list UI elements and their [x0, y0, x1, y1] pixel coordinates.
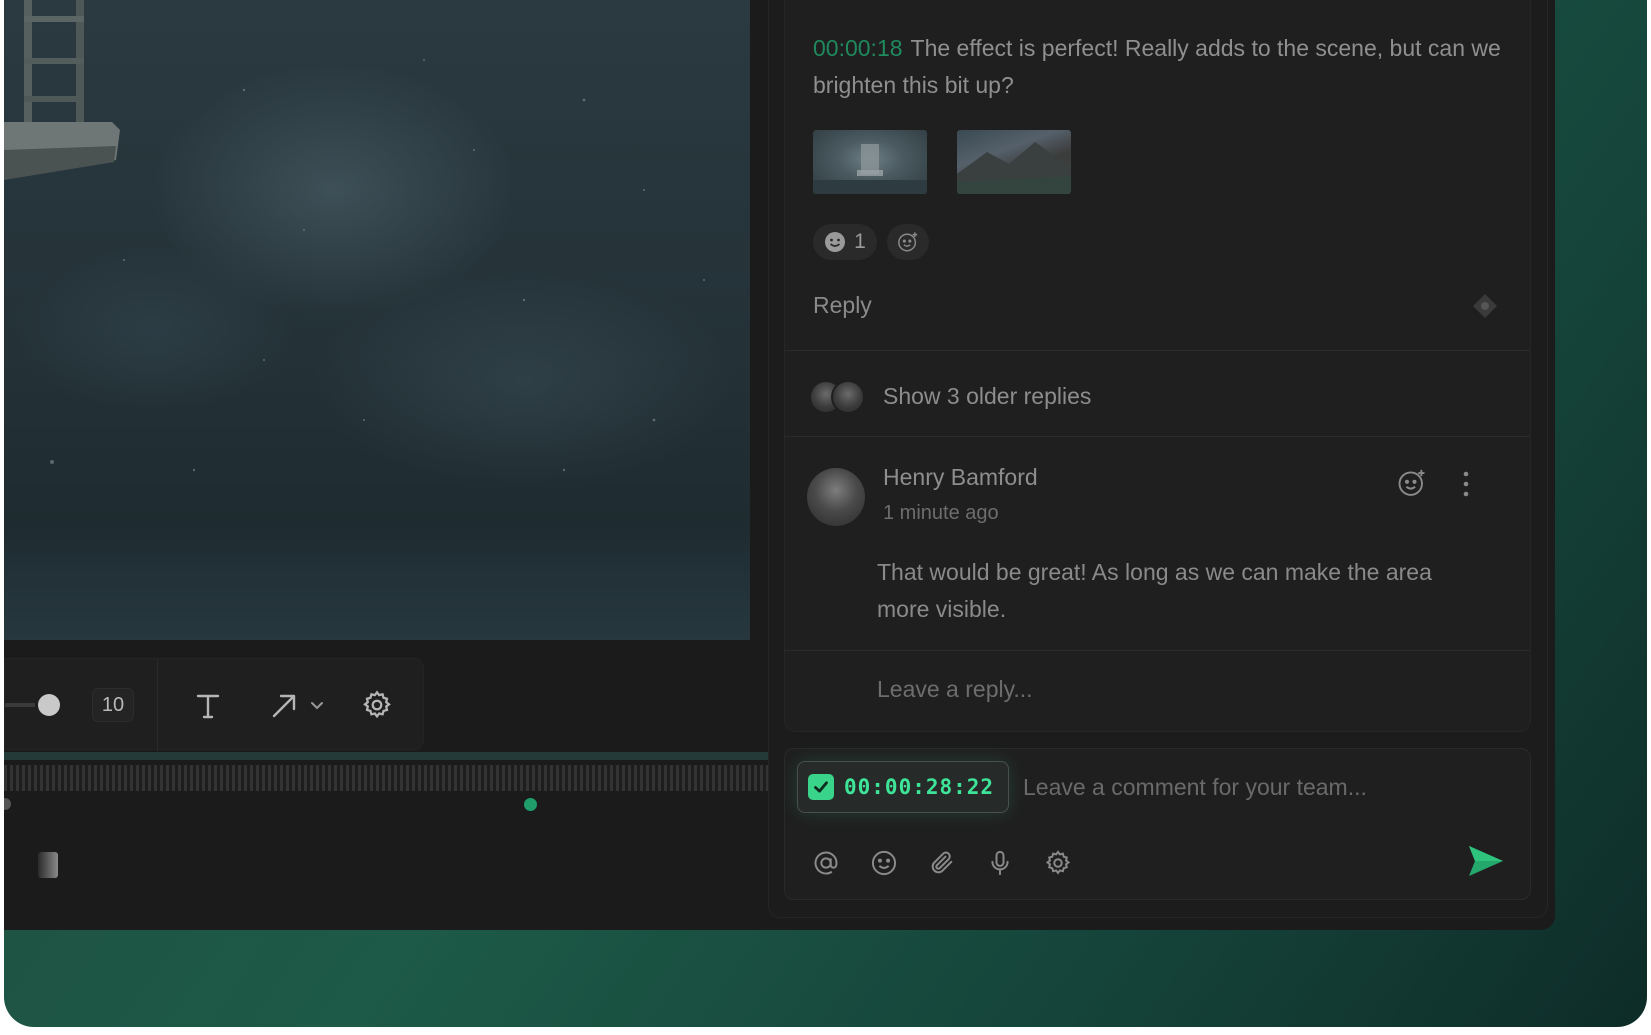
send-icon[interactable] — [1467, 844, 1505, 883]
comment-text: The effect is perfect! Really adds to th… — [813, 35, 1501, 98]
timeline-clip-handle[interactable] — [38, 852, 58, 878]
screenshot-frame: 10 00:00:18 The effect is perfect! Reall… — [4, 0, 1647, 1027]
annotation-toolbar: 10 — [4, 658, 424, 751]
reply-time: 1 minute ago — [883, 502, 999, 524]
comment-timestamp[interactable]: 00:00:18 — [813, 35, 903, 61]
show-older-replies-button[interactable]: Show 3 older replies — [883, 383, 1091, 410]
reaction-count: 1 — [854, 230, 866, 253]
divider — [785, 350, 1530, 351]
microphone-icon[interactable] — [985, 848, 1015, 878]
reply-button[interactable]: Reply — [813, 292, 872, 319]
video-preview[interactable] — [4, 0, 750, 640]
brush-size-slider-handle[interactable] — [38, 694, 60, 716]
timeline-progress-bar[interactable] — [4, 752, 768, 760]
attachment-icon[interactable] — [927, 848, 957, 878]
tower-thumbnail-art — [813, 144, 927, 194]
reaction-chip[interactable]: 1 — [813, 224, 877, 260]
composer-tools — [811, 847, 1073, 879]
avatar — [831, 380, 865, 414]
audio-waveform[interactable] — [4, 765, 768, 791]
comment-body: 00:00:18 The effect is perfect! Really ad… — [813, 30, 1503, 104]
text-icon[interactable] — [191, 689, 225, 723]
divider — [785, 650, 1530, 651]
mountain-thumbnail-art — [957, 142, 1071, 194]
settings-icon[interactable] — [359, 687, 395, 723]
sea-surface — [4, 530, 750, 640]
comment-input[interactable] — [1023, 763, 1503, 811]
timestamp-toggle[interactable]: 00:00:28:22 — [797, 761, 1009, 813]
emoji-icon — [825, 232, 846, 252]
checkbox-checked-icon[interactable] — [808, 774, 834, 800]
brush-size-slider-track[interactable] — [5, 703, 35, 707]
more-options-icon[interactable] — [1461, 470, 1471, 503]
leave-reply-input[interactable]: Leave a reply... — [877, 676, 1033, 703]
divider — [785, 436, 1530, 437]
emoji-icon[interactable] — [869, 848, 899, 878]
add-reaction-button[interactable] — [887, 224, 929, 260]
app-window: 10 00:00:18 The effect is perfect! Reall… — [4, 0, 1555, 930]
toolbar-divider — [157, 659, 158, 751]
chevron-down-icon[interactable] — [307, 695, 327, 715]
reply-text: That would be great! As long as we can m… — [877, 559, 1432, 622]
timestamp-value: 00:00:28:22 — [844, 775, 995, 799]
comment-thread: 00:00:18 The effect is perfect! Really ad… — [784, 0, 1531, 732]
playhead-handle[interactable] — [4, 798, 11, 810]
avatar[interactable] — [807, 468, 865, 526]
comment-composer: 00:00:28:22 — [784, 748, 1531, 900]
mention-icon[interactable] — [811, 848, 841, 878]
comment-marker[interactable] — [524, 798, 537, 811]
older-replies-avatars — [809, 380, 869, 416]
settings-icon[interactable] — [1043, 848, 1073, 878]
add-emoji-icon — [898, 232, 918, 252]
add-reaction-icon[interactable] — [1397, 468, 1427, 503]
attachment-thumbnail[interactable] — [813, 130, 927, 194]
tower-silhouette — [4, 0, 120, 180]
attachment-thumbnail[interactable] — [957, 130, 1071, 194]
reply-author[interactable]: Henry Bamford — [883, 464, 1038, 491]
brush-size-value[interactable]: 10 — [92, 688, 134, 722]
arrow-icon[interactable] — [267, 689, 301, 723]
resolve-diamond-icon[interactable] — [1471, 292, 1499, 325]
